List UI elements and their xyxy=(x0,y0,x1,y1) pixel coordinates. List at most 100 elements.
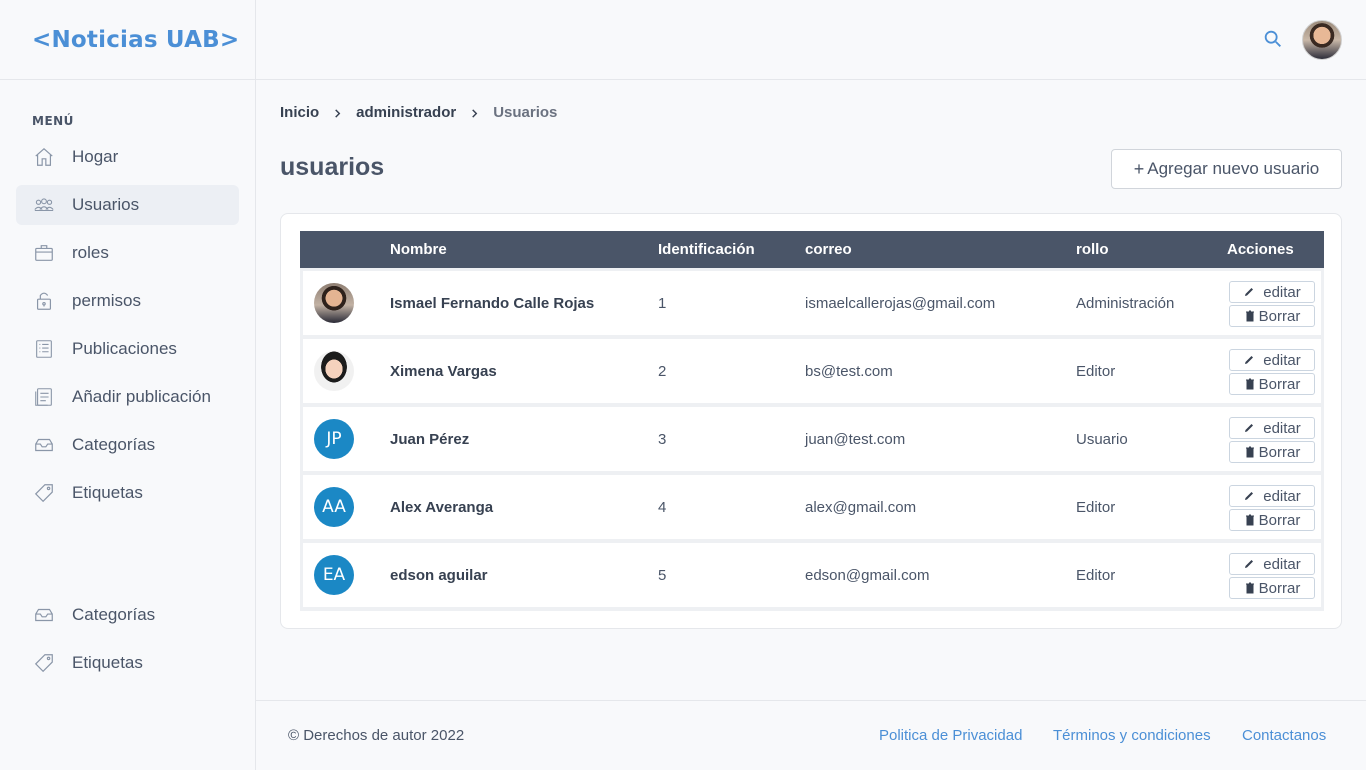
sidebar-item-etiquetas[interactable]: Etiquetas xyxy=(16,473,239,513)
users-card: Nombre Identificación correo rollo Accio… xyxy=(280,213,1342,629)
trash-icon xyxy=(1245,514,1254,526)
briefcase-icon xyxy=(32,241,56,265)
avatar: EA xyxy=(314,555,354,595)
table-header: Nombre Identificación correo rollo Accio… xyxy=(300,231,1324,268)
sidebar-item-label: Categorías xyxy=(72,435,156,454)
trash-icon xyxy=(1245,582,1254,594)
delete-button-label: Borrar xyxy=(1258,307,1301,325)
trash-icon xyxy=(1245,378,1254,390)
avatar xyxy=(314,351,354,391)
lock-icon xyxy=(32,289,56,313)
user-role: Administración xyxy=(1076,294,1175,312)
avatar: AA xyxy=(314,487,354,527)
col-acciones: Acciones xyxy=(1227,241,1294,258)
sidebar-item-usuarios[interactable]: Usuarios xyxy=(16,185,239,225)
user-email: juan@test.com xyxy=(805,430,906,448)
list-icon xyxy=(32,337,56,361)
terms-link[interactable]: Términos y condiciones xyxy=(1053,727,1211,744)
pencil-icon xyxy=(1245,356,1254,364)
sidebar-item-hogar[interactable]: Hogar xyxy=(16,137,239,177)
footer: © Derechos de autor 2022 Politica de Pri… xyxy=(256,700,1366,770)
user-id: 5 xyxy=(658,566,667,584)
sidebar-item-label: roles xyxy=(72,243,109,262)
sidebar-bottom-item-etiquetas[interactable]: Etiquetas xyxy=(16,643,239,683)
sidebar-item-permisos[interactable]: permisos xyxy=(16,281,239,321)
sidebar-item-anadir-publicacion[interactable]: Añadir publicación xyxy=(16,377,239,417)
sidebar-item-label: Categorías xyxy=(72,605,156,624)
table-row: JP Juan Pérez 3 juan@test.com Usuario ed… xyxy=(303,407,1321,471)
col-identificacion: Identificación xyxy=(658,241,755,258)
user-name: edson aguilar xyxy=(390,566,488,584)
search-icon[interactable] xyxy=(1262,28,1284,50)
page-title: usuarios xyxy=(280,153,385,181)
delete-button-label: Borrar xyxy=(1258,443,1301,461)
user-role: Editor xyxy=(1076,498,1116,516)
edit-button[interactable]: editar xyxy=(1229,349,1315,371)
app-logo[interactable]: <Noticias UAB> xyxy=(0,0,255,80)
pencil-icon xyxy=(1245,560,1254,568)
user-name: Ximena Vargas xyxy=(390,362,497,380)
breadcrumb: Inicio administrador Usuarios xyxy=(280,104,557,121)
user-role: Editor xyxy=(1076,566,1116,584)
sidebar-item-label: Etiquetas xyxy=(72,483,143,502)
edit-button[interactable]: editar xyxy=(1229,417,1315,439)
delete-button[interactable]: Borrar xyxy=(1229,509,1315,531)
add-user-button[interactable]: + Agregar nuevo usuario xyxy=(1111,149,1342,189)
user-role: Usuario xyxy=(1076,430,1128,448)
edit-button[interactable]: editar xyxy=(1229,281,1315,303)
sidebar-item-label: Usuarios xyxy=(72,195,140,214)
trash-icon xyxy=(1245,446,1254,458)
sidebar-item-categorias[interactable]: Categorías xyxy=(16,425,239,465)
home-icon xyxy=(32,145,56,169)
edit-button-label: editar xyxy=(1263,351,1301,369)
table-row: Ximena Vargas 2 bs@test.com Editor edita… xyxy=(303,339,1321,403)
copyright: © Derechos de autor 2022 xyxy=(288,727,465,744)
user-id: 1 xyxy=(658,294,667,312)
user-email: ismaelcallerojas@gmail.com xyxy=(805,294,996,312)
add-user-button-label: Agregar nuevo usuario xyxy=(1147,159,1320,178)
avatar: JP xyxy=(314,419,354,459)
trash-icon xyxy=(1245,310,1254,322)
sidebar-item-label: permisos xyxy=(72,291,141,310)
col-correo: correo xyxy=(805,241,852,258)
edit-button[interactable]: editar xyxy=(1229,553,1315,575)
pencil-icon xyxy=(1245,424,1254,432)
sidebar-item-roles[interactable]: roles xyxy=(16,233,239,273)
user-role: Editor xyxy=(1076,362,1116,380)
sidebar-item-publicaciones[interactable]: Publicaciones xyxy=(16,329,239,369)
user-email: edson@gmail.com xyxy=(805,566,930,584)
breadcrumb-administrador[interactable]: administrador xyxy=(356,104,456,121)
user-avatar[interactable] xyxy=(1302,20,1342,60)
edit-button-label: editar xyxy=(1263,419,1301,437)
delete-button-label: Borrar xyxy=(1258,511,1301,529)
plus-icon: + xyxy=(1133,158,1145,179)
edit-button-label: editar xyxy=(1263,283,1301,301)
user-id: 4 xyxy=(658,498,667,516)
delete-button[interactable]: Borrar xyxy=(1229,305,1315,327)
table-row: AA Alex Averanga 4 alex@gmail.com Editor… xyxy=(303,475,1321,539)
users-icon xyxy=(32,193,56,217)
sidebar-item-label: Publicaciones xyxy=(72,339,177,358)
breadcrumb-current: Usuarios xyxy=(493,104,558,121)
delete-button[interactable]: Borrar xyxy=(1229,577,1315,599)
edit-button-label: editar xyxy=(1263,555,1301,573)
tag-icon xyxy=(32,481,56,505)
user-name: Juan Pérez xyxy=(390,430,470,448)
edit-button[interactable]: editar xyxy=(1229,485,1315,507)
sidebar-item-label: Hogar xyxy=(72,147,119,166)
chevron-right-icon xyxy=(333,105,342,121)
menu-title: MENÚ xyxy=(32,114,74,128)
pencil-icon xyxy=(1245,492,1254,500)
col-nombre: Nombre xyxy=(390,241,447,258)
delete-button[interactable]: Borrar xyxy=(1229,373,1315,395)
delete-button[interactable]: Borrar xyxy=(1229,441,1315,463)
contact-link[interactable]: Contactanos xyxy=(1242,727,1326,744)
user-name: Alex Averanga xyxy=(390,498,494,516)
user-id: 3 xyxy=(658,430,667,448)
avatar xyxy=(314,283,354,323)
sidebar-bottom-item-categorias[interactable]: Categorías xyxy=(16,595,239,635)
breadcrumb-inicio[interactable]: Inicio xyxy=(280,104,319,121)
inbox-icon xyxy=(32,603,56,627)
privacy-link[interactable]: Politica de Privacidad xyxy=(879,727,1022,744)
pencil-icon xyxy=(1245,288,1254,296)
